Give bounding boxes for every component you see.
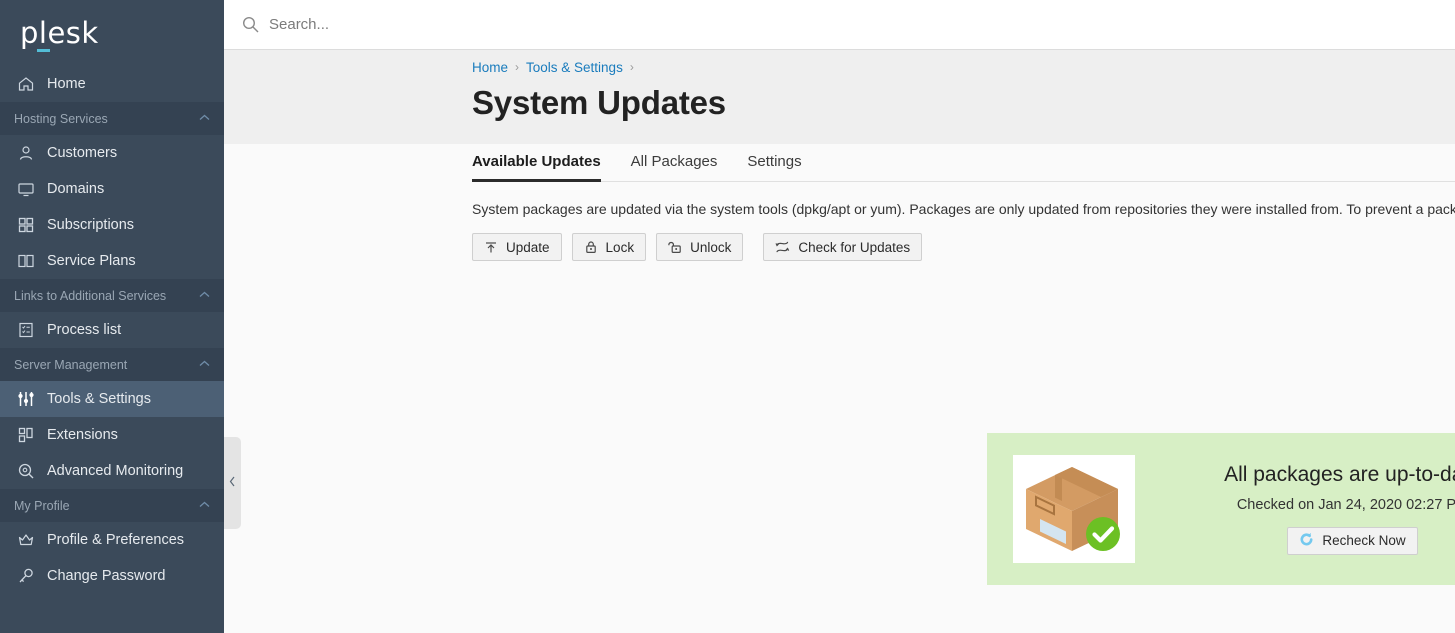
sidebar-item-label: Extensions (47, 427, 118, 443)
sidebar-item-label: Home (47, 76, 86, 92)
sidebar-group-my-profile[interactable]: My Profile (0, 489, 224, 522)
tab-bar: Available Updates All Packages Settings (472, 144, 1455, 182)
crown-icon (17, 531, 35, 549)
button-label: Unlock (690, 239, 732, 255)
global-search-bar (224, 0, 1455, 50)
tab-all-packages[interactable]: All Packages (631, 153, 718, 182)
status-subtitle: Checked on Jan 24, 2020 02:27 PM (1236, 496, 1455, 513)
chevron-up-icon (199, 114, 210, 124)
button-label: Update (506, 239, 550, 255)
chevron-up-icon (199, 360, 210, 370)
chevron-right-icon: › (515, 60, 520, 74)
magnify-at-icon (17, 462, 35, 480)
logo-accent-bar (37, 48, 50, 52)
button-label: Recheck Now (1322, 533, 1406, 549)
sidebar-group-server-management[interactable]: Server Management (0, 348, 224, 381)
status-panel: All packages are up-to-date Checked on J… (987, 432, 1455, 585)
lock-button[interactable]: Lock (571, 233, 647, 262)
plesk-admin-page: plesk Home Hosting Services Customers Do… (0, 0, 1455, 633)
sidebar-filler (0, 594, 224, 633)
user-icon (17, 144, 35, 162)
sidebar-item-tools-and-settings[interactable]: Tools & Settings (0, 381, 224, 417)
button-label: Check for Updates (798, 239, 911, 255)
key-icon (17, 567, 35, 585)
sidebar-group-label: Links to Additional Services (14, 288, 167, 303)
sidebar-item-label: Customers (47, 145, 118, 161)
check-for-updates-button[interactable]: Check for Updates (763, 233, 923, 262)
sidebar-item-label: Tools & Settings (47, 391, 151, 407)
sidebar-item-domains[interactable]: Domains (0, 171, 224, 207)
page-title: System Updates (472, 84, 726, 121)
button-label: Lock (605, 239, 635, 255)
sidebar-item-service-plans[interactable]: Service Plans (0, 243, 224, 279)
sidebar-item-customers[interactable]: Customers (0, 135, 224, 171)
sidebar-item-change-password[interactable]: Change Password (0, 558, 224, 594)
update-button[interactable]: Update (472, 233, 562, 262)
sidebar-item-extensions[interactable]: Extensions (0, 417, 224, 453)
refresh-icon (1299, 532, 1314, 550)
sidebar-group-links-additional-services[interactable]: Links to Additional Services (0, 279, 224, 312)
extensions-icon (17, 426, 35, 444)
chevron-left-icon (229, 476, 236, 490)
sidebar-item-process-list[interactable]: Process list (0, 312, 224, 348)
home-icon (17, 75, 35, 93)
sidebar-item-label: Process list (47, 322, 122, 338)
tab-available-updates[interactable]: Available Updates (472, 153, 601, 182)
logo-text: plesk (20, 15, 99, 50)
book-icon (17, 252, 35, 270)
sidebar-item-label: Change Password (47, 568, 166, 584)
sidebar: plesk Home Hosting Services Customers Do… (0, 0, 224, 633)
sidebar-item-advanced-monitoring[interactable]: Advanced Monitoring (0, 453, 224, 489)
main-area: Home › Tools & Settings › System Updates… (224, 0, 1455, 633)
page-header: Home › Tools & Settings › System Updates (224, 50, 1455, 144)
sidebar-item-label: Subscriptions (47, 217, 135, 233)
unlock-button[interactable]: Unlock (656, 233, 744, 262)
upload-arrow-icon (484, 240, 498, 254)
sidebar-item-label: Domains (47, 181, 105, 197)
chevron-right-icon: › (629, 60, 634, 74)
breadcrumb-item-home[interactable]: Home (472, 60, 508, 75)
sidebar-item-label: Service Plans (47, 253, 136, 269)
sidebar-item-home[interactable]: Home (0, 66, 224, 102)
sync-icon (775, 240, 790, 254)
breadcrumb: Home › Tools & Settings › (472, 50, 1455, 84)
sidebar-item-subscriptions[interactable]: Subscriptions (0, 207, 224, 243)
page-content: Available Updates All Packages Settings … (224, 143, 1455, 633)
sidebar-group-hosting-services[interactable]: Hosting Services (0, 102, 224, 135)
sidebar-item-label: Profile & Preferences (47, 532, 185, 548)
sidebar-collapse-handle[interactable] (224, 437, 241, 529)
search-icon (242, 16, 259, 33)
status-title: All packages are up-to-date (1224, 462, 1455, 486)
breadcrumb-item-tools-and-settings[interactable]: Tools & Settings (526, 60, 623, 75)
monitor-icon (17, 180, 35, 198)
sidebar-item-profile-preferences[interactable]: Profile & Preferences (0, 522, 224, 558)
list-check-icon (17, 321, 35, 339)
search-input[interactable] (269, 16, 669, 33)
sidebar-group-label: Hosting Services (14, 111, 108, 126)
plesk-logo[interactable]: plesk (0, 0, 224, 66)
lock-open-icon (668, 240, 682, 254)
sidebar-group-label: Server Management (14, 357, 128, 372)
sliders-icon (17, 390, 35, 408)
grid-icon (17, 216, 35, 234)
status-text-block: All packages are up-to-date Checked on J… (1135, 463, 1455, 555)
recheck-now-button[interactable]: Recheck Now (1287, 526, 1418, 555)
lock-closed-icon (584, 240, 598, 254)
toolbar: Update Lock Unlock Check for Updates (472, 233, 1455, 262)
chevron-up-icon (199, 291, 210, 301)
package-box-checked-icon (1013, 454, 1135, 563)
description-text: System packages are updated via the syst… (472, 200, 1455, 217)
chevron-up-icon (199, 501, 210, 511)
sidebar-group-label: My Profile (14, 498, 70, 513)
tab-settings[interactable]: Settings (747, 153, 801, 182)
sidebar-item-label: Advanced Monitoring (47, 463, 184, 479)
